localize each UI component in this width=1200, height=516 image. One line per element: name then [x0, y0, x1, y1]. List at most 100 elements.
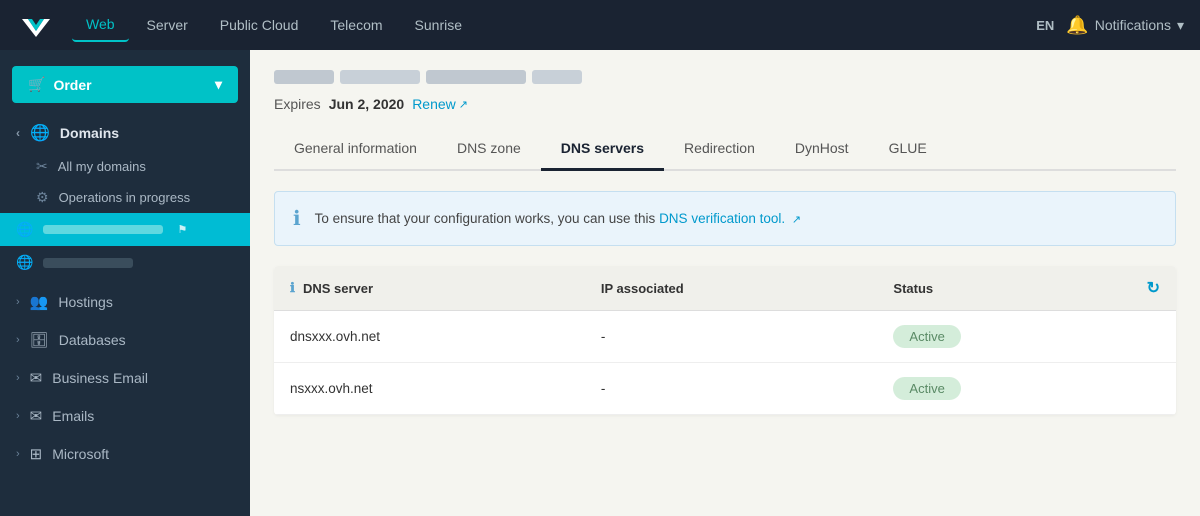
sidebar-item-databases[interactable]: › 🗄 Databases: [0, 321, 250, 359]
business-email-icon: ✉: [30, 369, 43, 387]
status-badge-active-1: Active: [893, 325, 960, 348]
hostings-label: Hostings: [58, 294, 112, 310]
nav-items: Web Server Public Cloud Telecom Sunrise: [72, 8, 1036, 42]
domain-name-second: [43, 258, 133, 268]
dns-verification-link[interactable]: DNS verification tool. ↗: [659, 211, 801, 226]
tab-redirection[interactable]: Redirection: [664, 128, 775, 171]
order-chevron-icon: ▾: [215, 76, 222, 93]
domain-globe-icon-active: 🌐: [16, 221, 33, 238]
nav-public-cloud[interactable]: Public Cloud: [206, 9, 313, 41]
dns-table-head: ℹ DNS server IP associated Status ↻: [274, 266, 1176, 311]
sidebar-item-business-email[interactable]: › ✉ Business Email: [0, 359, 250, 397]
microsoft-chevron-icon: ›: [16, 448, 20, 460]
domain-block-3: [426, 70, 526, 84]
col-status: Status: [877, 266, 1130, 311]
emails-icon: ✉: [30, 407, 43, 425]
ip-1: -: [585, 311, 878, 363]
dns-table: ℹ DNS server IP associated Status ↻ dnsx…: [274, 266, 1176, 415]
nav-web[interactable]: Web: [72, 8, 129, 42]
external-link-icon: ↗: [459, 98, 468, 111]
business-email-chevron-icon: ›: [16, 372, 20, 384]
sidebar-item-operations[interactable]: ⚙ Operations in progress: [0, 182, 250, 213]
tab-dynhost[interactable]: DynHost: [775, 128, 869, 171]
top-navigation: Web Server Public Cloud Telecom Sunrise …: [0, 0, 1200, 50]
tab-dns-zone[interactable]: DNS zone: [437, 128, 541, 171]
business-email-label: Business Email: [52, 370, 148, 386]
order-button[interactable]: 🛒 Order ▾: [12, 66, 238, 103]
domain-block-1: [274, 70, 334, 84]
emails-chevron-icon: ›: [16, 410, 20, 422]
domain-name-placeholder: [274, 70, 1176, 84]
col-refresh: ↻: [1131, 266, 1176, 311]
domain-tag-icon: ⚑: [177, 223, 187, 236]
nav-sunrise[interactable]: Sunrise: [401, 9, 476, 41]
status-badge-active-2: Active: [893, 377, 960, 400]
tab-dns-servers[interactable]: DNS servers: [541, 128, 664, 171]
col-dns-server: ℹ DNS server: [274, 266, 585, 311]
domain-header: Expires Jun 2, 2020 Renew ↗: [274, 70, 1176, 112]
dns-server-2: nsxxx.ovh.net: [274, 363, 585, 415]
domains-header[interactable]: ‹ 🌐 Domains: [0, 115, 250, 151]
order-label: Order: [53, 77, 91, 93]
dns-server-1: dnsxxx.ovh.net: [274, 311, 585, 363]
sidebar-item-emails[interactable]: › ✉ Emails: [0, 397, 250, 435]
table-row: nsxxx.ovh.net - Active: [274, 363, 1176, 415]
sidebar-domain-second[interactable]: 🌐: [0, 246, 250, 279]
sidebar-item-microsoft[interactable]: › ⊞ Microsoft: [0, 435, 250, 473]
language-selector[interactable]: EN: [1036, 18, 1054, 33]
dns-table-body: dnsxxx.ovh.net - Active nsxxx.ovh.net - …: [274, 311, 1176, 415]
domains-section: ‹ 🌐 Domains ✂ All my domains ⚙ Operation…: [0, 111, 250, 283]
hostings-chevron-icon: ›: [16, 296, 20, 308]
microsoft-icon: ⊞: [30, 445, 43, 463]
dns-link-text: DNS verification tool.: [659, 211, 785, 226]
action-1: [1131, 311, 1176, 363]
domain-name-active: [43, 225, 163, 234]
all-domains-label: All my domains: [58, 159, 146, 174]
main-content: Expires Jun 2, 2020 Renew ↗ General info…: [250, 50, 1200, 516]
status-2: Active: [877, 363, 1130, 415]
ip-2: -: [585, 363, 878, 415]
domain-globe-icon-second: 🌐: [16, 254, 33, 271]
domains-label: Domains: [60, 125, 119, 141]
domain-block-4: [532, 70, 582, 84]
nav-telecom[interactable]: Telecom: [316, 9, 396, 41]
hostings-icon: 👥: [30, 293, 49, 311]
tabs: General information DNS zone DNS servers…: [274, 128, 1176, 171]
refresh-icon[interactable]: ↻: [1147, 280, 1160, 297]
operations-icon: ⚙: [36, 189, 49, 206]
sidebar-domain-active[interactable]: 🌐 ⚑: [0, 213, 250, 246]
notifications-button[interactable]: 🔔 Notifications ▾: [1066, 15, 1184, 36]
tab-general-information[interactable]: General information: [274, 128, 437, 171]
databases-label: Databases: [59, 332, 126, 348]
emails-label: Emails: [52, 408, 94, 424]
sidebar-item-all-domains[interactable]: ✂ All my domains: [0, 151, 250, 182]
domain-block-2: [340, 70, 420, 84]
expires-row: Expires Jun 2, 2020 Renew ↗: [274, 96, 1176, 112]
bell-icon: 🔔: [1066, 15, 1088, 36]
sidebar: 🛒 Order ▾ ‹ 🌐 Domains ✂ All my domains ⚙…: [0, 50, 250, 516]
renew-label: Renew: [412, 96, 456, 112]
status-1: Active: [877, 311, 1130, 363]
renew-link[interactable]: Renew ↗: [412, 96, 468, 112]
col-ip-associated: IP associated: [585, 266, 878, 311]
all-domains-icon: ✂: [36, 158, 48, 175]
info-box: ℹ To ensure that your configuration work…: [274, 191, 1176, 246]
expires-date: Jun 2, 2020: [329, 96, 405, 112]
dns-link-external-icon: ↗: [792, 214, 801, 226]
info-text: To ensure that your configuration works,…: [315, 211, 802, 226]
operations-label: Operations in progress: [59, 190, 191, 205]
table-row: dnsxxx.ovh.net - Active: [274, 311, 1176, 363]
sidebar-item-hostings[interactable]: › 👥 Hostings: [0, 283, 250, 321]
nav-right: EN 🔔 Notifications ▾: [1036, 15, 1184, 36]
cart-icon: 🛒: [28, 76, 45, 93]
logo[interactable]: [16, 9, 56, 41]
domains-chevron-left-icon: ‹: [16, 126, 20, 140]
info-circle-icon: ℹ: [293, 206, 301, 231]
tab-glue[interactable]: GLUE: [869, 128, 947, 171]
databases-icon: 🗄: [30, 331, 49, 349]
nav-server[interactable]: Server: [133, 9, 202, 41]
microsoft-label: Microsoft: [52, 446, 109, 462]
main-layout: 🛒 Order ▾ ‹ 🌐 Domains ✂ All my domains ⚙…: [0, 50, 1200, 516]
globe-icon: 🌐: [30, 123, 50, 143]
databases-chevron-icon: ›: [16, 334, 20, 346]
